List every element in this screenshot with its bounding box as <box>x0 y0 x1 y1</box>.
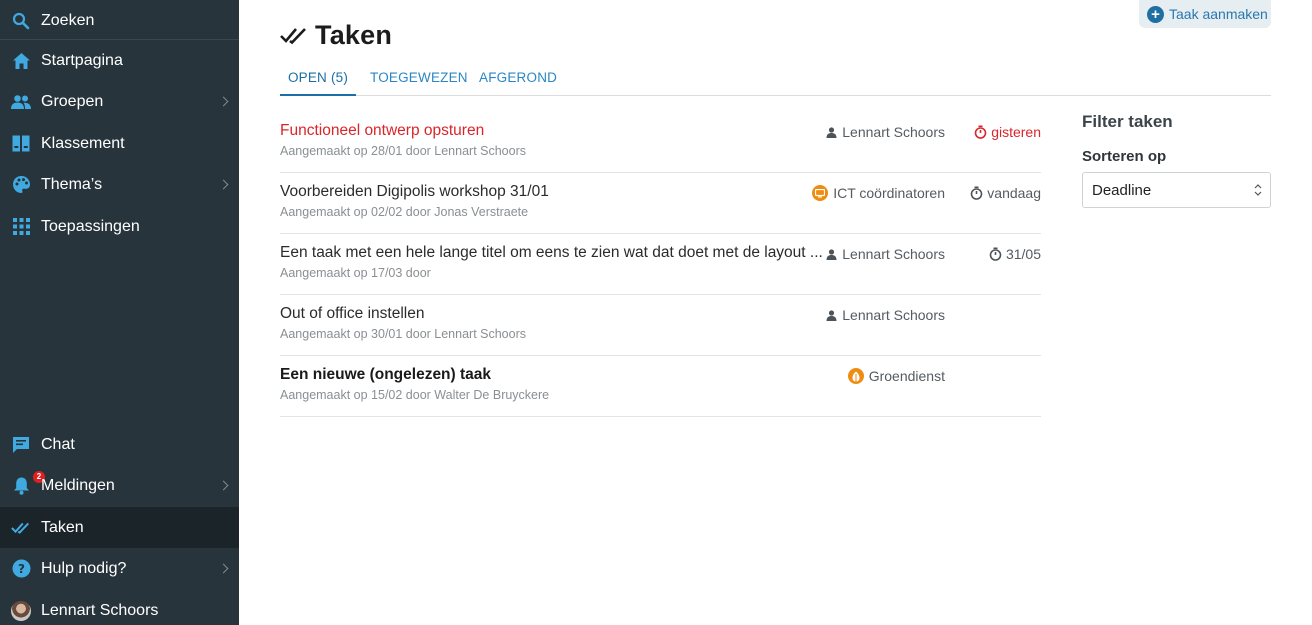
task-due: vandaag <box>970 185 1041 201</box>
task-row[interactable]: Een taak met een hele lange titel om een… <box>280 234 1041 295</box>
sidebar-item-zoeken[interactable]: Zoeken <box>0 0 239 41</box>
task-assignee: ICT coördinatoren <box>812 185 945 201</box>
person-icon <box>826 126 837 138</box>
task-meta: Aangemaakt op 17/03 door <box>280 266 431 280</box>
sidebar-item-label: Klassement <box>41 134 125 152</box>
page-title: Taken <box>315 20 393 50</box>
sidebar-item-hulp[interactable]: ? Hulp nodig? <box>0 548 239 589</box>
sidebar-item-profile[interactable]: Lennart Schoors <box>0 590 239 625</box>
sidebar-item-meldingen[interactable]: 2 Meldingen <box>0 465 239 506</box>
task-row[interactable]: Een nieuwe (ongelezen) taak Aangemaakt o… <box>280 356 1041 417</box>
task-meta: Aangemaakt op 28/01 door Lennart Schoors <box>280 144 527 158</box>
task-assignee: Lennart Schoors <box>826 307 945 323</box>
chevron-right-icon <box>218 96 229 107</box>
sidebar-item-themas[interactable]: Thema’s <box>0 164 239 205</box>
sidebar-item-groepen[interactable]: Groepen <box>0 81 239 122</box>
filter-panel: Filter taken Sorteren op Deadline <box>1082 112 1271 208</box>
chevron-right-icon <box>218 563 229 574</box>
task-assignee: Lennart Schoors <box>826 124 945 140</box>
sidebar-item-toepassingen[interactable]: Toepassingen <box>0 206 239 247</box>
person-icon <box>826 309 837 321</box>
due-label: gisteren <box>991 124 1041 140</box>
stopwatch-icon <box>970 186 983 200</box>
sidebar-item-klassement[interactable]: Klassement <box>0 123 239 164</box>
group-icon <box>812 185 829 201</box>
task-tabs: OPEN (5) TOEGEWEZEN AFGEROND <box>280 66 1271 96</box>
stopwatch-icon <box>974 125 987 139</box>
sidebar-item-label: Zoeken <box>41 11 95 29</box>
sidebar-item-label: Groepen <box>41 92 104 110</box>
sidebar-item-label: Chat <box>41 435 75 453</box>
task-title[interactable]: Een taak met een hele lange titel om een… <box>280 244 823 262</box>
task-row[interactable]: Voorbereiden Digipolis workshop 31/01 Aa… <box>280 173 1041 234</box>
select-arrows-icon <box>1254 184 1262 196</box>
bell-icon: 2 <box>11 470 45 496</box>
sidebar-item-label: Hulp nodig? <box>41 559 127 577</box>
home-icon <box>11 51 31 71</box>
help-icon: ? <box>11 559 31 579</box>
tab-open[interactable]: OPEN (5) <box>280 66 356 96</box>
task-meta: Aangemaakt op 02/02 door Jonas Verstraet… <box>280 205 529 219</box>
double-check-icon <box>280 27 306 44</box>
palette-icon <box>11 175 31 195</box>
sidebar-item-label: Taken <box>41 518 84 536</box>
task-due: gisteren <box>974 124 1041 140</box>
task-row[interactable]: Functioneel ontwerp opsturen Aangemaakt … <box>280 112 1041 173</box>
assignee-name: Lennart Schoors <box>842 124 945 140</box>
create-task-button[interactable]: + Taak aanmaken <box>1139 0 1271 28</box>
assignee-name: Lennart Schoors <box>842 307 945 323</box>
task-row[interactable]: Out of office instellen Aangemaakt op 30… <box>280 295 1041 356</box>
binder-icon <box>11 134 31 154</box>
task-title[interactable]: Een nieuwe (ongelezen) taak <box>280 366 491 384</box>
sidebar-item-taken[interactable]: Taken <box>0 507 239 548</box>
sort-label: Sorteren op <box>1082 148 1167 165</box>
task-title[interactable]: Voorbereiden Digipolis workshop 31/01 <box>280 183 549 201</box>
tab-toegewezen[interactable]: TOEGEWEZEN <box>370 66 468 96</box>
sidebar-item-label: Toepassingen <box>41 217 140 235</box>
sidebar-item-label: Meldingen <box>41 476 115 494</box>
svg-text:?: ? <box>18 562 25 576</box>
assignee-name: ICT coördinatoren <box>833 185 945 201</box>
plus-circle-icon: + <box>1147 5 1164 23</box>
sort-value: Deadline <box>1092 181 1152 199</box>
chevron-right-icon <box>218 179 229 190</box>
profile-name: Lennart Schoors <box>41 601 159 619</box>
double-check-icon <box>11 518 31 538</box>
task-title[interactable]: Functioneel ontwerp opsturen <box>280 122 484 140</box>
people-icon <box>11 92 31 112</box>
task-meta: Aangemaakt op 15/02 door Walter De Bruyc… <box>280 388 550 402</box>
filter-title: Filter taken <box>1082 112 1173 131</box>
avatar <box>11 600 31 621</box>
task-assignee: Lennart Schoors <box>826 246 945 262</box>
page-header: Taken <box>280 20 392 51</box>
stopwatch-icon <box>989 247 1002 261</box>
sidebar: Zoeken Startpagina Groepen Klassement Th… <box>0 0 239 625</box>
task-assignee: Groendienst <box>847 368 945 384</box>
main-content: + Taak aanmaken Taken OPEN (5) TOEGEWEZE… <box>239 0 1312 625</box>
due-label: vandaag <box>987 185 1041 201</box>
group-icon <box>847 368 864 384</box>
grid-icon <box>11 217 31 237</box>
create-task-label: Taak aanmaken <box>1169 6 1268 22</box>
search-icon <box>11 11 31 31</box>
sidebar-item-chat[interactable]: Chat <box>0 424 239 465</box>
sort-select[interactable]: Deadline <box>1082 172 1271 208</box>
assignee-name: Lennart Schoors <box>842 246 945 262</box>
person-icon <box>826 248 837 260</box>
task-due: 31/05 <box>989 246 1041 262</box>
sidebar-item-label: Startpagina <box>41 51 123 69</box>
due-label: 31/05 <box>1005 246 1041 262</box>
task-title[interactable]: Out of office instellen <box>280 305 424 323</box>
tab-afgerond[interactable]: AFGEROND <box>479 66 557 96</box>
sidebar-item-startpagina[interactable]: Startpagina <box>0 40 239 81</box>
sidebar-item-label: Thema’s <box>41 175 103 193</box>
chat-icon <box>11 435 31 455</box>
assignee-name: Groendienst <box>868 368 945 384</box>
chevron-right-icon <box>218 480 229 491</box>
task-meta: Aangemaakt op 30/01 door Lennart Schoors <box>280 327 527 341</box>
